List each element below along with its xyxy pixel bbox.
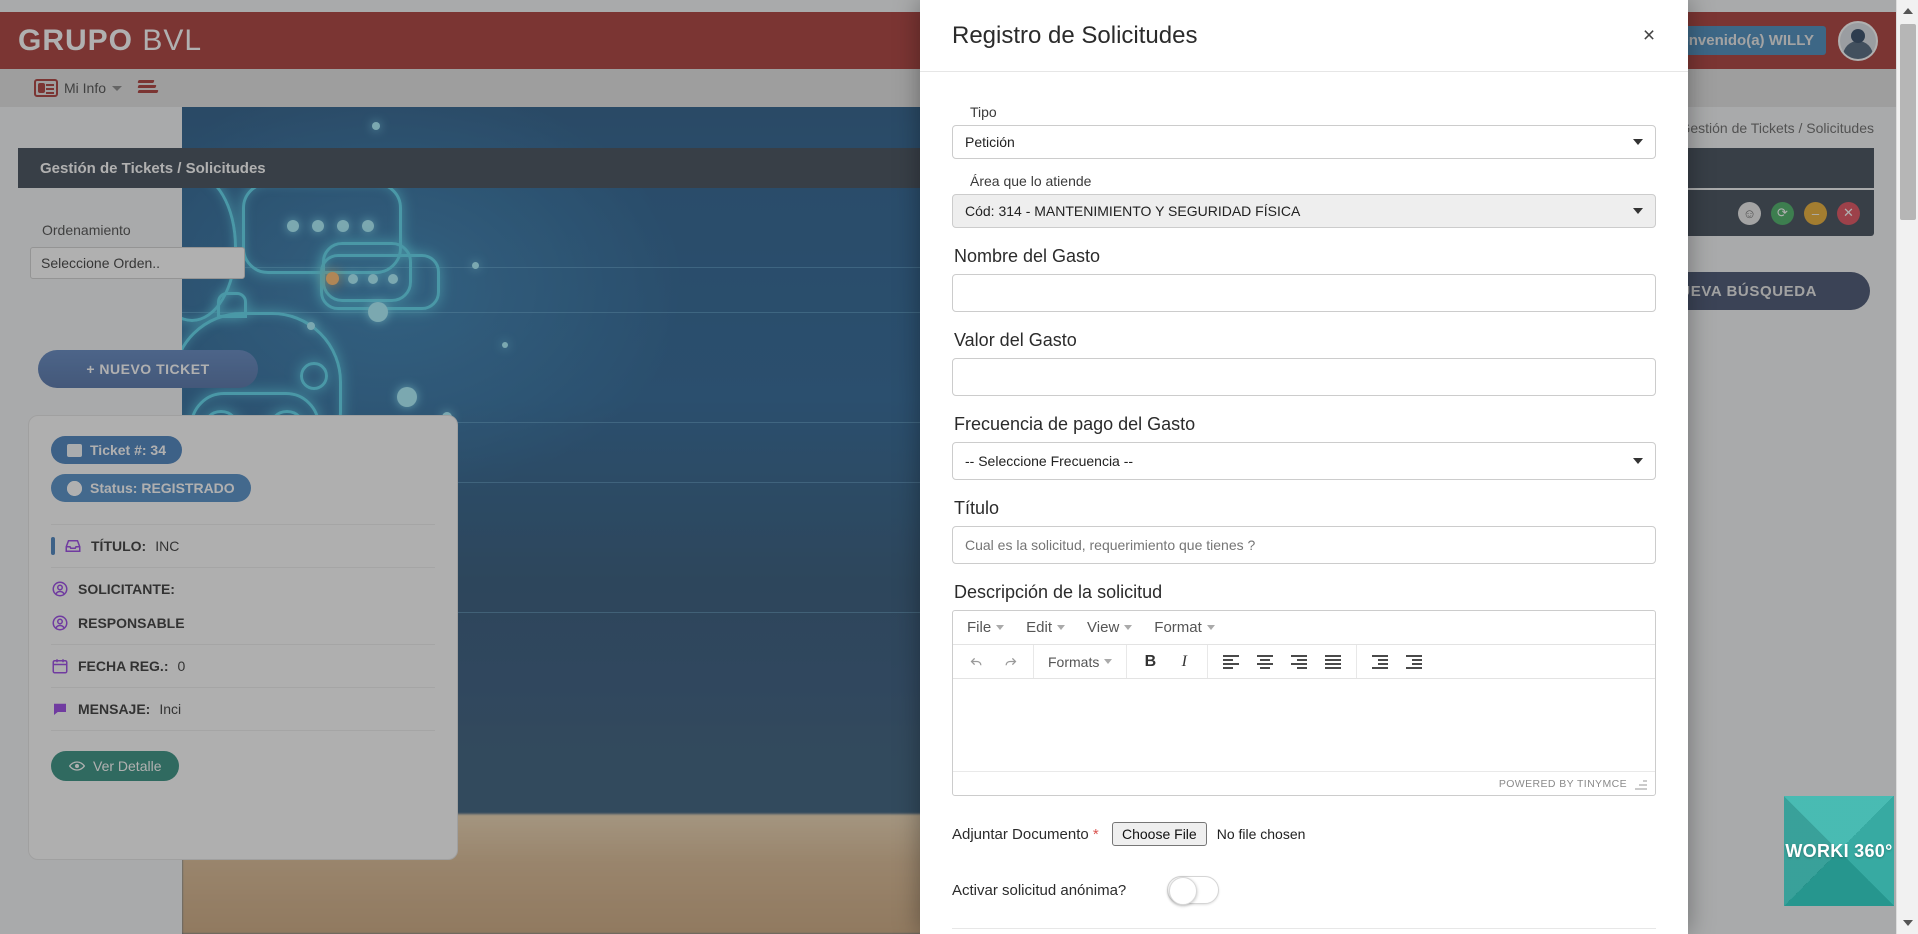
valor-gasto-label: Valor del Gasto <box>954 330 1077 350</box>
formats-label: Formats <box>1048 653 1100 670</box>
area-select[interactable]: Cód: 314 - MANTENIMIENTO Y SEGURIDAD FÍS… <box>952 194 1656 228</box>
editor-menu-label: Edit <box>1026 619 1053 636</box>
attach-document-row: Adjuntar Documento * Choose File No file… <box>952 822 1656 846</box>
align-left-icon[interactable] <box>1216 649 1246 675</box>
italic-icon[interactable]: I <box>1169 649 1199 675</box>
redo-icon[interactable] <box>995 649 1025 675</box>
align-justify-icon[interactable] <box>1318 649 1348 675</box>
editor-toolbar: Formats B I <box>953 645 1655 679</box>
area-value: Cód: 314 - MANTENIMIENTO Y SEGURIDAD FÍS… <box>965 203 1301 219</box>
powered-by-label: POWERED BY TINYMCE <box>1498 777 1627 790</box>
scroll-up-icon[interactable] <box>1897 0 1918 22</box>
frecuencia-select[interactable]: -- Seleccione Frecuencia -- <box>952 442 1656 480</box>
anonymous-request-row: Activar solicitud anónima? <box>952 876 1656 905</box>
editor-menu-label: View <box>1087 619 1120 636</box>
outdent-icon[interactable] <box>1365 649 1395 675</box>
close-icon[interactable]: × <box>1636 22 1662 48</box>
required-marker: * <box>1092 825 1099 843</box>
editor-menu-view[interactable]: View <box>1087 619 1133 636</box>
editor-menu-edit[interactable]: Edit <box>1026 619 1066 636</box>
chevron-down-icon <box>996 625 1005 630</box>
frecuencia-value: -- Seleccione Frecuencia -- <box>965 453 1134 469</box>
page-scrollbar[interactable] <box>1896 0 1918 934</box>
editor-statusbar: POWERED BY TINYMCE <box>953 771 1655 795</box>
scrollbar-thumb[interactable] <box>1900 24 1916 220</box>
chevron-down-icon <box>1057 625 1066 630</box>
chevron-down-icon <box>1633 458 1643 464</box>
titulo-label: Título <box>954 498 1000 518</box>
toggle-knob <box>1169 877 1197 905</box>
nombre-gasto-input[interactable] <box>952 274 1656 312</box>
align-right-icon[interactable] <box>1284 649 1314 675</box>
align-center-icon[interactable] <box>1250 649 1280 675</box>
modal-title: Registro de Solicitudes <box>952 21 1198 49</box>
tipo-value: Petición <box>965 134 1015 150</box>
nombre-gasto-label: Nombre del Gasto <box>954 246 1101 266</box>
editor-menu-label: Format <box>1154 619 1202 636</box>
chevron-down-icon <box>1206 625 1215 630</box>
area-label: Área que lo atiende <box>970 173 1092 189</box>
chevron-down-icon <box>1633 139 1643 145</box>
tipo-select[interactable]: Petición <box>952 125 1656 159</box>
modal-divider <box>952 928 1656 929</box>
scroll-down-icon[interactable] <box>1897 912 1918 934</box>
attach-label-text: Adjuntar Documento <box>952 825 1089 843</box>
editor-menubar: File Edit View Format <box>953 611 1655 645</box>
frecuencia-label: Frecuencia de pago del Gasto <box>954 414 1196 434</box>
chevron-down-icon <box>1633 208 1643 214</box>
descripcion-label: Descripción de la solicitud <box>954 582 1163 602</box>
attach-document-label: Adjuntar Documento * <box>952 826 1102 843</box>
tipo-label: Tipo <box>970 104 997 120</box>
bold-icon[interactable]: B <box>1135 649 1165 675</box>
editor-menu-format[interactable]: Format <box>1154 619 1215 636</box>
editor-menu-label: File <box>967 619 992 636</box>
titulo-input[interactable] <box>952 526 1656 564</box>
description-editor: File Edit View Format Formats B I POWERE… <box>952 610 1656 796</box>
anonymous-request-toggle[interactable] <box>1167 876 1219 905</box>
modal-body: Tipo Petición Área que lo atiende Cód: 3… <box>920 72 1688 929</box>
worki-badge[interactable]: WORKI 360° <box>1784 796 1894 906</box>
editor-content-area[interactable] <box>953 679 1655 771</box>
chevron-down-icon <box>1124 625 1133 630</box>
modal-header: Registro de Solicitudes × <box>920 0 1688 72</box>
undo-icon[interactable] <box>961 649 991 675</box>
editor-menu-file[interactable]: File <box>967 619 1005 636</box>
anonymous-request-label: Activar solicitud anónima? <box>952 881 1127 899</box>
resize-handle-icon[interactable] <box>1635 778 1647 790</box>
formats-dropdown[interactable]: Formats <box>1042 649 1118 675</box>
indent-icon[interactable] <box>1399 649 1429 675</box>
valor-gasto-input[interactable] <box>952 358 1656 396</box>
registro-solicitudes-modal: Registro de Solicitudes × Tipo Petición … <box>920 0 1688 934</box>
no-file-chosen-text: No file chosen <box>1216 826 1306 842</box>
choose-file-button[interactable]: Choose File <box>1112 822 1207 846</box>
